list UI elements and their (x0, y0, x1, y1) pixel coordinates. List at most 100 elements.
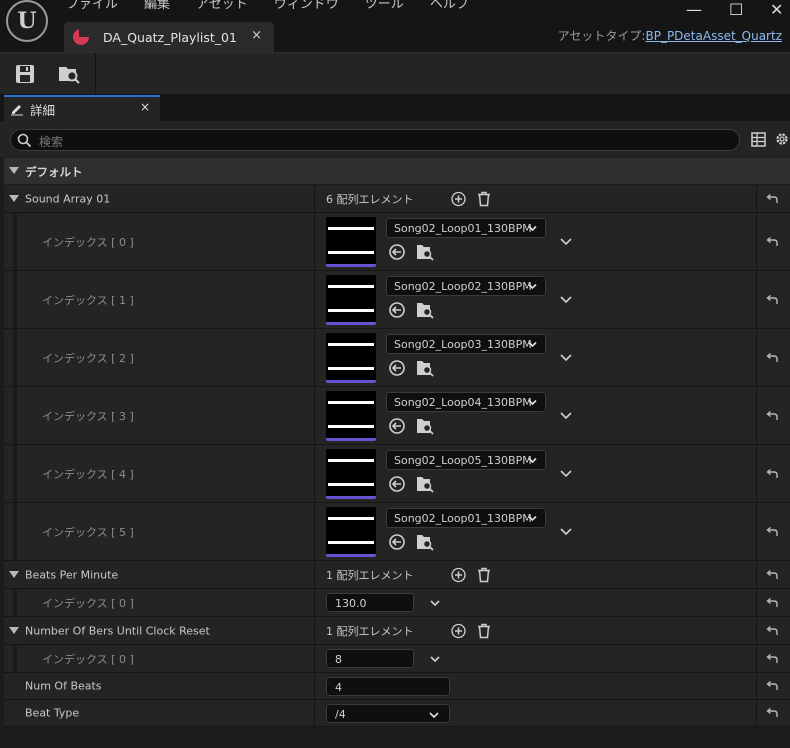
asset-picker-combo[interactable]: Song02_Loop01_130BPM (386, 218, 546, 238)
trash-icon[interactable] (477, 191, 491, 206)
reset-to-default-icon[interactable] (766, 410, 778, 421)
chevron-down-icon[interactable] (560, 353, 572, 363)
chevron-down-icon[interactable] (560, 527, 572, 537)
minimize-button[interactable]: — (686, 2, 702, 18)
bpm-value-input[interactable]: 130.0 (326, 593, 414, 612)
close-window-button[interactable]: ✕ (770, 2, 783, 18)
unreal-logo-icon[interactable]: U (6, 0, 48, 42)
menu-file[interactable]: ファイル (66, 0, 118, 13)
menu-edit[interactable]: 編集 (144, 0, 170, 13)
sound-wave-thumbnail[interactable] (326, 449, 376, 499)
chevron-down-icon[interactable] (430, 654, 440, 664)
reset-to-default-icon[interactable] (766, 193, 778, 204)
document-tab-close-button[interactable]: × (251, 28, 262, 43)
reset-to-default-icon[interactable] (766, 708, 778, 718)
indent-guide (13, 387, 17, 444)
search-icon (17, 133, 32, 148)
browse-to-asset-icon[interactable] (416, 301, 434, 319)
add-element-icon[interactable] (451, 623, 466, 638)
reset-to-default-icon[interactable] (766, 653, 778, 664)
expand-arrow-icon[interactable] (9, 626, 19, 635)
add-element-icon[interactable] (451, 191, 466, 206)
num-beats-input[interactable]: 4 (326, 677, 450, 696)
asset-name: Song02_Loop03_130BPM (394, 338, 532, 351)
sound-wave-thumbnail[interactable] (326, 275, 376, 325)
sound-wave-thumbnail[interactable] (326, 333, 376, 383)
menu-window[interactable]: ウィンドウ (274, 0, 339, 13)
chevron-down-icon[interactable] (560, 411, 572, 421)
menu-help[interactable]: ヘルプ (430, 0, 469, 13)
column-divider (314, 213, 315, 270)
reset-to-default-icon[interactable] (766, 294, 778, 305)
details-tab[interactable]: 詳細 × (4, 95, 160, 121)
maximize-button[interactable]: ☐ (729, 2, 743, 18)
document-tab[interactable]: DA_Quatz_Playlist_01 × (64, 22, 274, 52)
browse-to-asset-icon[interactable] (416, 475, 434, 493)
toolbar-separator (95, 53, 96, 95)
column-divider (756, 271, 757, 328)
reset-to-default-icon[interactable] (766, 681, 778, 691)
use-selected-asset-icon[interactable] (388, 359, 406, 377)
reset-to-default-icon[interactable] (766, 625, 778, 636)
bars-value-input[interactable]: 8 (326, 649, 414, 668)
use-selected-asset-icon[interactable] (388, 533, 406, 551)
beat-type-dropdown[interactable]: /4 (326, 704, 450, 723)
menu-tools[interactable]: ツール (365, 0, 404, 13)
expand-arrow-icon[interactable] (9, 570, 19, 579)
use-selected-asset-icon[interactable] (388, 243, 406, 261)
reset-to-default-icon[interactable] (766, 526, 778, 537)
search-placeholder: 検索 (39, 135, 64, 149)
chevron-down-icon (528, 283, 537, 290)
array-element-row: インデックス [ 0 ] 8 (4, 645, 790, 673)
browse-to-asset-icon[interactable] (416, 359, 434, 377)
sound-wave-thumbnail[interactable] (326, 391, 376, 441)
reset-to-default-icon[interactable] (766, 597, 778, 608)
asset-picker-combo[interactable]: Song02_Loop03_130BPM (386, 334, 546, 354)
sound-wave-thumbnail[interactable] (326, 507, 376, 557)
chevron-down-icon[interactable] (430, 598, 440, 608)
collapse-arrow-icon[interactable] (9, 167, 19, 175)
column-divider (314, 589, 315, 616)
chevron-down-icon (429, 712, 439, 719)
property-label: Number Of Bers Until Clock Reset (25, 624, 210, 637)
asset-picker-combo[interactable]: Song02_Loop02_130BPM (386, 276, 546, 296)
browse-to-asset-icon[interactable] (416, 533, 434, 551)
column-divider (756, 700, 757, 726)
asset-picker-combo[interactable]: Song02_Loop01_130BPM (386, 508, 546, 528)
browse-to-asset-icon[interactable] (416, 243, 434, 261)
reset-to-default-icon[interactable] (766, 352, 778, 363)
property-row-num-beats: Num Of Beats 4 (4, 673, 790, 700)
save-icon[interactable] (14, 63, 36, 85)
use-selected-asset-icon[interactable] (388, 417, 406, 435)
trash-icon[interactable] (477, 623, 491, 638)
sound-wave-thumbnail[interactable] (326, 217, 376, 267)
bpm-value: 130.0 (335, 597, 367, 610)
browse-asset-icon[interactable] (58, 63, 80, 85)
table-view-icon[interactable] (751, 132, 766, 147)
reset-to-default-icon[interactable] (766, 236, 778, 247)
expand-arrow-icon[interactable] (9, 194, 19, 203)
search-input[interactable]: 検索 (10, 129, 740, 151)
details-panel: 検索 デフォルト Sound Array 01 6 配列エレメント インデックス… (0, 121, 790, 748)
browse-to-asset-icon[interactable] (416, 417, 434, 435)
chevron-down-icon[interactable] (560, 295, 572, 305)
asset-type-link[interactable]: BP_PDetaAsset_Quartz (645, 29, 782, 43)
settings-gear-icon[interactable] (774, 131, 790, 147)
chevron-down-icon[interactable] (560, 469, 572, 479)
trash-icon[interactable] (477, 567, 491, 582)
use-selected-asset-icon[interactable] (388, 475, 406, 493)
pencil-icon (11, 105, 23, 116)
details-tab-close-button[interactable]: × (140, 100, 150, 114)
property-label: Num Of Beats (25, 679, 102, 693)
add-element-icon[interactable] (451, 567, 466, 582)
reset-to-default-icon[interactable] (766, 468, 778, 479)
reset-to-default-icon[interactable] (766, 569, 778, 580)
chevron-down-icon (528, 341, 537, 348)
column-divider (756, 645, 757, 672)
use-selected-asset-icon[interactable] (388, 301, 406, 319)
asset-picker-combo[interactable]: Song02_Loop05_130BPM (386, 450, 546, 470)
asset-picker-combo[interactable]: Song02_Loop04_130BPM (386, 392, 546, 412)
menu-asset[interactable]: アセット (196, 0, 248, 13)
category-default[interactable]: デフォルト (4, 158, 790, 184)
chevron-down-icon[interactable] (560, 237, 572, 247)
